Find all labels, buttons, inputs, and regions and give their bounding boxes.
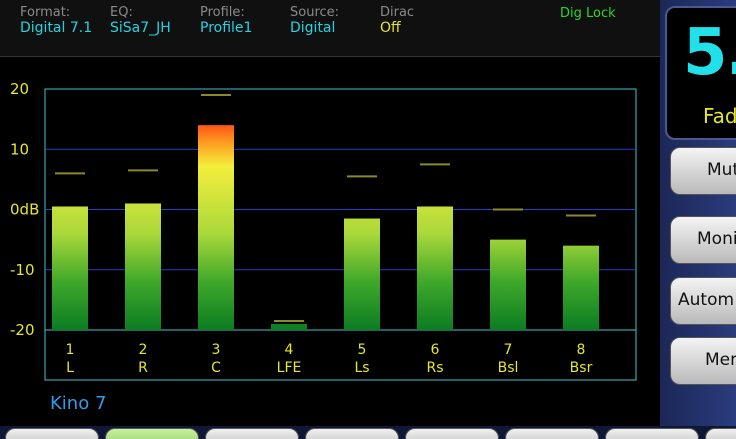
- format-value: Digital 7.1: [20, 20, 93, 36]
- bottom-tab-8[interactable]: [705, 428, 736, 439]
- preset-name: Kino 7: [50, 393, 107, 414]
- bottom-tab-bar: [0, 426, 736, 439]
- bottom-tab-5[interactable]: [405, 428, 499, 439]
- channel-name: Rs: [426, 360, 443, 376]
- menu-button-label: Mer: [705, 350, 736, 370]
- profile-value: Profile1: [200, 20, 253, 36]
- volume-label: Fad: [703, 104, 736, 128]
- monitor-button[interactable]: Moni: [670, 216, 736, 264]
- y-tick-label: 20: [10, 80, 29, 98]
- format-label: Format:: [20, 5, 71, 20]
- volume-value: 5.: [683, 16, 736, 90]
- eq-field: EQ: SiSa7_JH: [110, 5, 171, 36]
- level-bar-bsr: [563, 245, 599, 330]
- channel-number: 4: [285, 342, 294, 358]
- level-bar-l: [52, 206, 88, 330]
- channel-name: Ls: [354, 360, 369, 376]
- channel-name: R: [138, 360, 148, 376]
- channel-name: Bsl: [498, 360, 519, 376]
- y-tick-label: -20: [10, 321, 35, 339]
- meter-screen: Format: Digital 7.1 EQ: SiSa7_JH Profile…: [0, 0, 660, 439]
- level-bar-rs: [417, 206, 453, 330]
- dirac-value: Off: [380, 20, 401, 36]
- y-tick-label: 0dB: [10, 201, 39, 219]
- menu-button[interactable]: Mer: [670, 337, 736, 385]
- channel-number: 8: [577, 342, 586, 358]
- level-bar-bsl: [490, 239, 526, 330]
- source-field: Source: Digital: [290, 5, 339, 36]
- channel-number: 1: [66, 342, 75, 358]
- profile-field: Profile: Profile1: [200, 5, 252, 36]
- automatic-button[interactable]: Autom: [670, 277, 736, 325]
- level-bar-lfe: [271, 323, 307, 330]
- mute-button[interactable]: Mut: [670, 147, 736, 195]
- channel-name: L: [66, 360, 74, 376]
- channel-number: 7: [504, 342, 513, 358]
- automatic-button-label: Autom: [678, 290, 735, 310]
- channel-number: 3: [212, 342, 221, 358]
- level-meter-chart: 20 10 0dB -10 -20 1 L 2 R 3 C 4 LFE 5 Ls 6 Rs 7 Bsl 8 Bsr: [0, 56, 660, 426]
- level-meter-svg: 20 10 0dB -10 -20 1 L 2 R 3 C 4 LFE 5 Ls 6 Rs 7 Bsl 8 Bsr: [10, 80, 637, 381]
- level-bar-ls: [344, 218, 380, 330]
- bottom-tab-4[interactable]: [305, 428, 399, 439]
- dig-lock-indicator: Dig Lock: [560, 6, 616, 21]
- dirac-label: Dirac: [380, 5, 415, 20]
- dirac-field: Dirac Off: [380, 5, 414, 36]
- eq-label: EQ:: [110, 5, 133, 20]
- source-value: Digital: [290, 20, 336, 36]
- format-field: Format: Digital 7.1: [20, 5, 92, 36]
- mute-button-label: Mut: [707, 160, 736, 180]
- channel-name: Bsr: [570, 360, 593, 376]
- channel-number: 6: [431, 342, 440, 358]
- level-bar-c: [198, 125, 234, 331]
- channel-number: 5: [358, 342, 367, 358]
- bottom-tab-1[interactable]: [5, 428, 99, 439]
- monitor-button-label: Moni: [697, 229, 736, 249]
- bottom-tab-7[interactable]: [605, 428, 699, 439]
- status-bar: Format: Digital 7.1 EQ: SiSa7_JH Profile…: [0, 0, 660, 57]
- profile-label: Profile:: [200, 5, 245, 20]
- channel-name: C: [211, 360, 221, 376]
- source-label: Source:: [290, 5, 340, 20]
- bottom-tab-3[interactable]: [205, 428, 299, 439]
- channel-name: LFE: [277, 360, 302, 376]
- bottom-tab-2[interactable]: [105, 428, 199, 439]
- channel-number: 2: [139, 342, 148, 358]
- eq-value: SiSa7_JH: [110, 20, 171, 36]
- y-tick-label: 10: [10, 140, 29, 158]
- y-tick-label: -10: [10, 261, 35, 279]
- volume-display[interactable]: 5. Fad: [665, 6, 736, 140]
- level-bar-r: [125, 203, 161, 330]
- bottom-tab-6[interactable]: [505, 428, 599, 439]
